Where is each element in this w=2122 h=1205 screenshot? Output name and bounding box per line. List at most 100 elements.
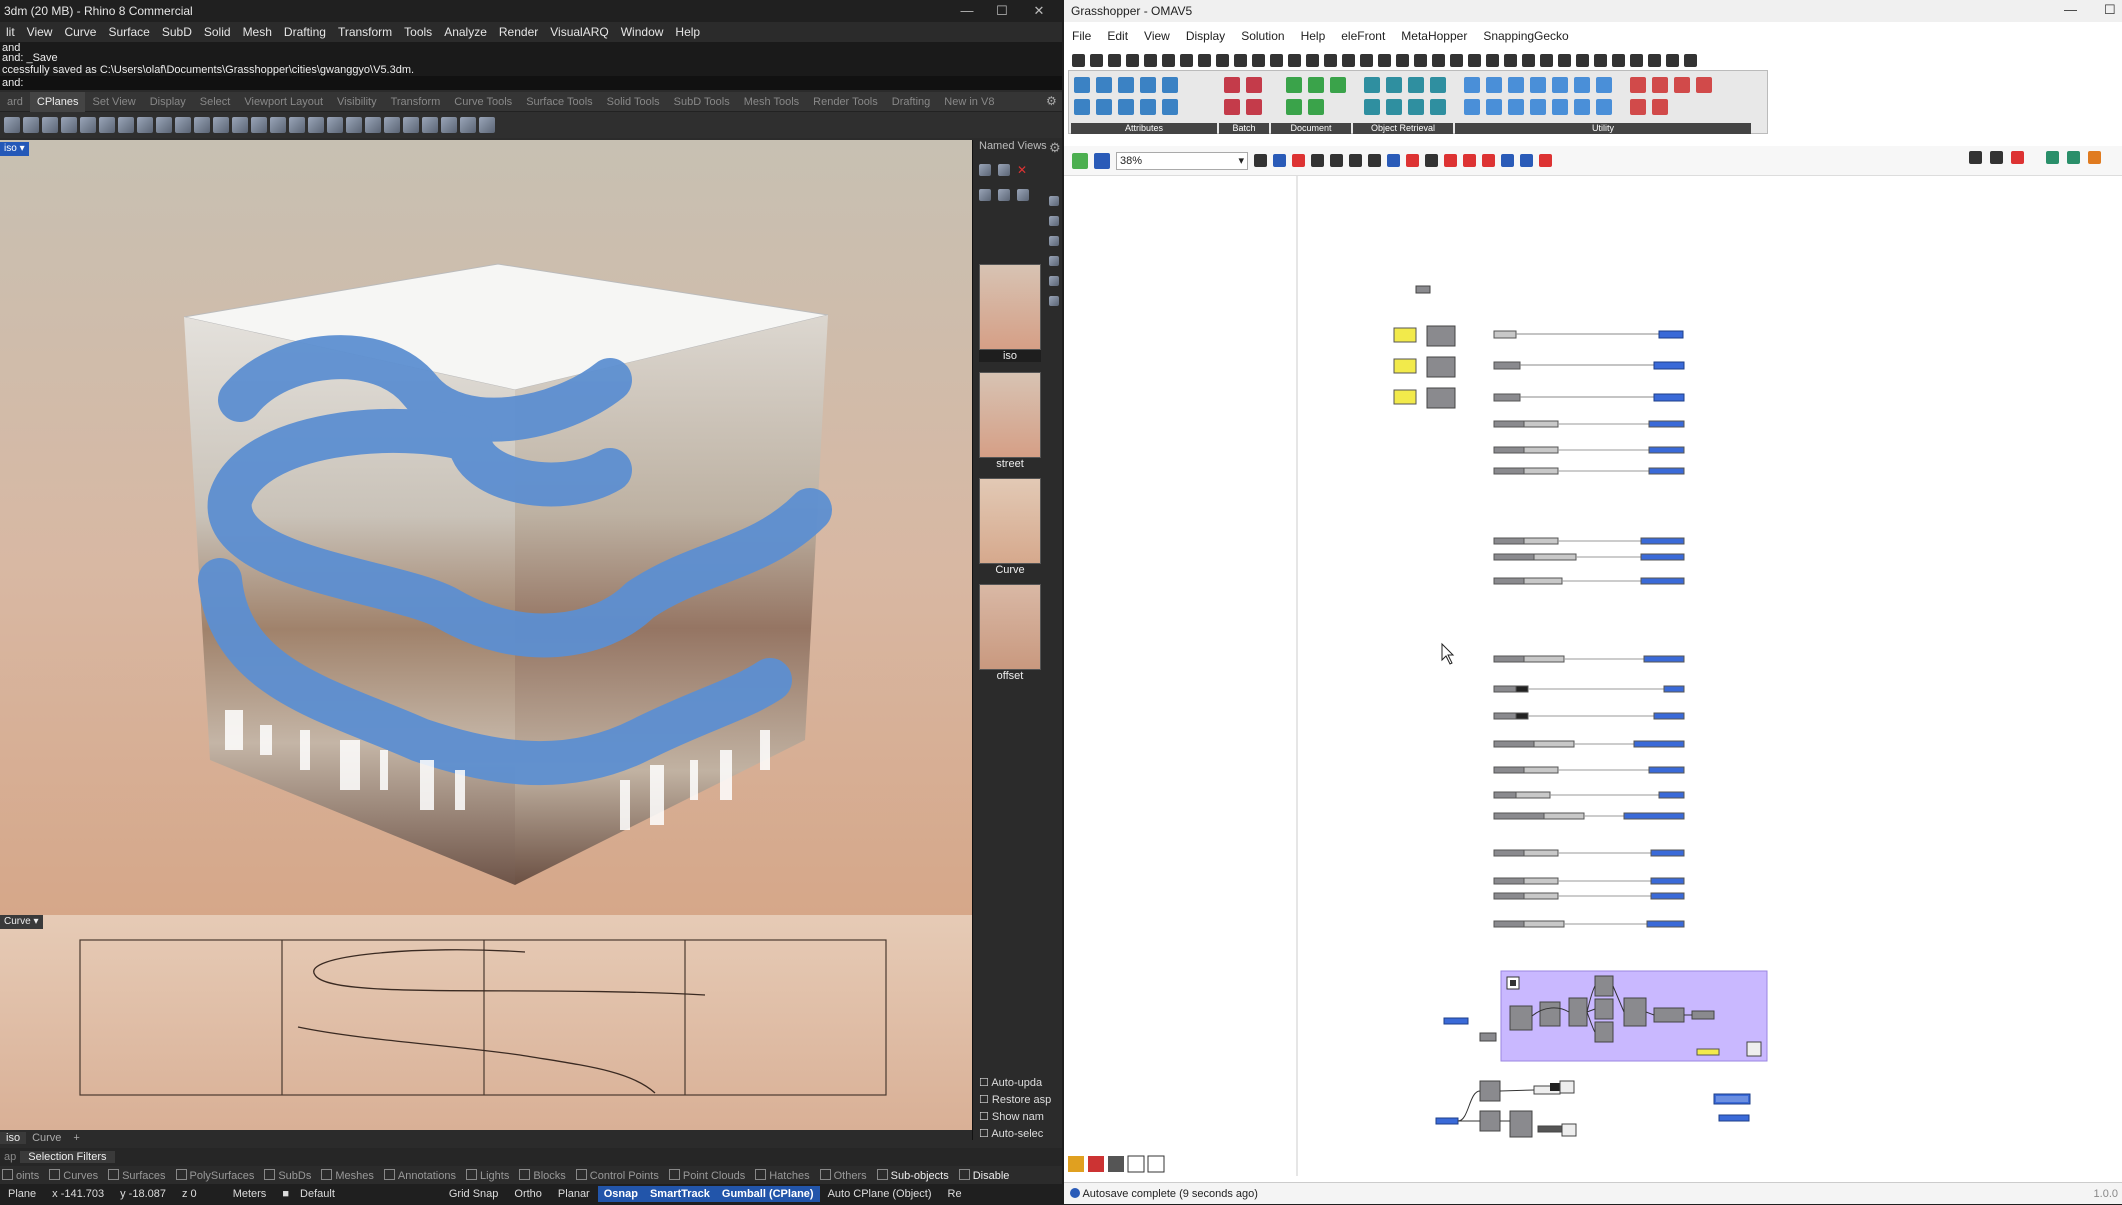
gh-menu-file[interactable]: File [1064, 29, 1099, 43]
open-file-icon[interactable] [1072, 152, 1088, 169]
preview-mode-icon[interactable] [2088, 151, 2101, 164]
cplane-tool-icon[interactable] [251, 117, 267, 133]
filter-control-points[interactable]: Control Points [576, 1169, 659, 1182]
osnap-toggle[interactable]: Osnap [597, 1186, 644, 1202]
gh-menu-solution[interactable]: Solution [1233, 29, 1292, 43]
component-tab-icon[interactable] [1144, 53, 1157, 67]
tab-visibility[interactable]: Visibility [330, 92, 384, 112]
save-file-icon[interactable] [1094, 152, 1110, 169]
cplane-tool-icon[interactable] [441, 117, 457, 133]
minimize-icon[interactable]: — [950, 0, 984, 22]
tab-set-view[interactable]: Set View [85, 92, 142, 112]
delete-icon[interactable]: ✕ [1017, 164, 1031, 184]
ribbon-group-batch[interactable]: Batch [1219, 123, 1269, 134]
filter-point-clouds[interactable]: Point Clouds [669, 1169, 745, 1182]
tab-mesh-tools[interactable]: Mesh Tools [737, 92, 806, 112]
tab-select[interactable]: Select [193, 92, 238, 112]
grid-snap-toggle[interactable]: Grid Snap [441, 1188, 507, 1200]
cplane-tool-icon[interactable] [403, 117, 419, 133]
tab-viewport-layout[interactable]: Viewport Layout [237, 92, 330, 112]
cplane-tool-icon[interactable] [156, 117, 172, 133]
tab-curve-tools[interactable]: Curve Tools [447, 92, 519, 112]
filter-lights[interactable]: Lights [466, 1169, 509, 1182]
menu-tools[interactable]: Tools [398, 25, 438, 39]
cplane-tool-icon[interactable] [99, 117, 115, 133]
canvas-tool-icon[interactable] [1444, 154, 1457, 167]
close-icon[interactable]: ✕ [1022, 0, 1056, 22]
component-tab-icon[interactable] [1288, 53, 1301, 67]
component-tab-icon[interactable] [1342, 53, 1355, 67]
component-tab-icon[interactable] [1630, 53, 1643, 67]
component-tab-icon[interactable] [1162, 53, 1175, 67]
cplane-tool-icon[interactable] [460, 117, 476, 133]
command-prompt[interactable]: and: [0, 76, 1062, 90]
menu-drafting[interactable]: Drafting [278, 25, 332, 39]
component-tab-icon[interactable] [1558, 53, 1571, 67]
named-view-thumbnail-curve[interactable] [979, 478, 1041, 564]
ribbon-group-attributes[interactable]: Attributes [1071, 123, 1217, 134]
menu-window[interactable]: Window [615, 25, 670, 39]
canvas-tool-icon[interactable] [1406, 154, 1419, 167]
minimize-icon[interactable]: — [2064, 2, 2077, 17]
viewport-tab-curve[interactable]: Curve [26, 1132, 67, 1144]
planar-toggle[interactable]: Planar [550, 1188, 598, 1200]
named-view-thumbnail-iso[interactable] [979, 264, 1041, 350]
gear-icon[interactable]: ⚙ [1049, 140, 1061, 156]
component-tab-icon[interactable] [1234, 53, 1247, 67]
canvas-tool-icon[interactable] [1349, 154, 1362, 167]
cplane-tool-icon[interactable] [479, 117, 495, 133]
viewport-tab-iso[interactable]: iso [0, 1132, 27, 1144]
component-tab-icon[interactable] [1504, 53, 1517, 67]
cplane-tool-icon[interactable] [327, 117, 343, 133]
component-tab-icon[interactable] [1378, 53, 1391, 67]
cplane-tool-icon[interactable] [232, 117, 248, 133]
auto-cplane-toggle[interactable]: Auto CPlane (Object) [820, 1188, 940, 1200]
panel-tab-icon[interactable] [1049, 256, 1059, 266]
filter-points[interactable]: oints [2, 1169, 39, 1182]
panel-tab-icon[interactable] [1049, 236, 1059, 246]
component-tab-icon[interactable] [1468, 53, 1481, 67]
add-viewport-button[interactable]: + [67, 1132, 85, 1144]
show-name-checkbox[interactable]: ☐ Show nam [979, 1109, 1051, 1126]
gh-menu-help[interactable]: Help [1293, 29, 1334, 43]
maximize-icon[interactable]: ☐ [985, 0, 1019, 22]
component-group[interactable] [1443, 970, 1768, 1062]
record-history-toggle[interactable]: Re [940, 1188, 970, 1200]
tab-surface-tools[interactable]: Surface Tools [519, 92, 599, 112]
maximize-icon[interactable]: ☐ [2104, 2, 2116, 18]
selection-filters-tab[interactable]: Selection Filters [20, 1151, 115, 1163]
cplane-tool-icon[interactable] [308, 117, 324, 133]
cplane-tool-icon[interactable] [118, 117, 134, 133]
menu-help[interactable]: Help [669, 25, 706, 39]
filter-polysurfaces[interactable]: PolySurfaces [176, 1169, 255, 1182]
component-tab-icon[interactable] [1360, 53, 1373, 67]
ortho-toggle[interactable]: Ortho [506, 1188, 550, 1200]
cplane-tool-icon[interactable] [384, 117, 400, 133]
tab-subd-tools[interactable]: SubD Tools [667, 92, 737, 112]
component-tab-icon[interactable] [1180, 53, 1193, 67]
perspective-viewport[interactable]: iso ▾ [0, 140, 972, 915]
tab-transform[interactable]: Transform [384, 92, 448, 112]
canvas-tool-icon[interactable] [1330, 154, 1343, 167]
menu-render[interactable]: Render [493, 25, 544, 39]
preview-mode-icon[interactable] [1990, 151, 2003, 164]
gh-menu-snappinggecko[interactable]: SnappingGecko [1475, 29, 1576, 43]
gumball-toggle[interactable]: Gumball (CPlane) [715, 1186, 820, 1202]
preview-mode-icon[interactable] [2067, 151, 2080, 164]
view-tool-icon[interactable] [979, 188, 991, 201]
gh-menu-elefront[interactable]: eleFront [1333, 29, 1393, 43]
menu-analyze[interactable]: Analyze [438, 25, 493, 39]
restore-aspect-checkbox[interactable]: ☐ Restore asp [979, 1092, 1051, 1109]
component-tab-icon[interactable] [1126, 53, 1139, 67]
cplane-tool-icon[interactable] [4, 117, 20, 133]
canvas-tool-icon[interactable] [1501, 154, 1514, 167]
cplane-tool-icon[interactable] [175, 117, 191, 133]
component-tab-icon[interactable] [1576, 53, 1589, 67]
view-tool-icon[interactable] [998, 164, 1010, 176]
named-view-thumbnail-street[interactable] [979, 372, 1041, 458]
cplane-tool-icon[interactable] [80, 117, 96, 133]
menu-mesh[interactable]: Mesh [237, 25, 278, 39]
component-tab-icon[interactable] [1270, 53, 1283, 67]
filter-sub-objects[interactable]: Sub-objects [877, 1169, 949, 1182]
panel-tab-icon[interactable] [1049, 216, 1059, 226]
